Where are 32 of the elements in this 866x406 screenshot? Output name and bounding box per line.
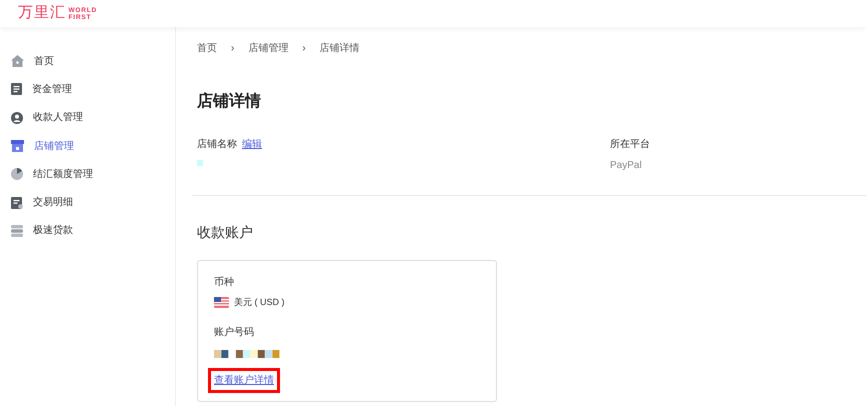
breadcrumb-link[interactable]: 店铺管理 — [248, 41, 288, 56]
receipt-icon — [11, 196, 23, 209]
field-label: 店铺名称 — [197, 138, 237, 152]
sidebar-item[interactable]: 店铺管理 — [0, 132, 175, 160]
field-label: 账户号码 — [214, 326, 255, 340]
breadcrumb-separator: › — [231, 42, 234, 56]
flag-icon — [214, 297, 229, 308]
currency-value: 美元 ( USD ) — [234, 296, 284, 309]
account-details-link[interactable]: 查看账户详情 — [214, 374, 274, 386]
user-icon — [11, 112, 23, 124]
section-title: 收款账户 — [197, 223, 254, 242]
field-label: 币种 — [214, 276, 235, 290]
sidebar-item[interactable]: 首页 — [0, 47, 175, 76]
platform-value: PayPal — [610, 159, 643, 173]
breadcrumb-link[interactable]: 首页 — [197, 41, 217, 56]
sidebar-item[interactable]: 结汇额度管理 — [0, 160, 175, 188]
sidebar-item[interactable]: 极速贷款 — [0, 216, 175, 246]
page-title: 店铺详情 — [197, 91, 262, 112]
sidebar-item[interactable]: 交易明细 — [0, 188, 175, 217]
breadcrumb-separator: › — [302, 42, 306, 56]
redacted-value — [214, 350, 280, 358]
sidebar-item[interactable]: 资金管理 — [0, 75, 175, 104]
edit-link[interactable]: 编辑 — [242, 137, 262, 152]
home-icon — [11, 55, 24, 68]
pie-chart-icon — [11, 168, 23, 180]
store-icon — [11, 140, 24, 152]
database-icon — [11, 224, 23, 237]
redacted-value — [197, 160, 203, 166]
sidebar-item[interactable]: 收款人管理 — [0, 104, 175, 132]
logo-text: 万里汇 — [18, 3, 66, 24]
document-icon — [11, 83, 22, 96]
field-label: 所在平台 — [610, 138, 650, 152]
